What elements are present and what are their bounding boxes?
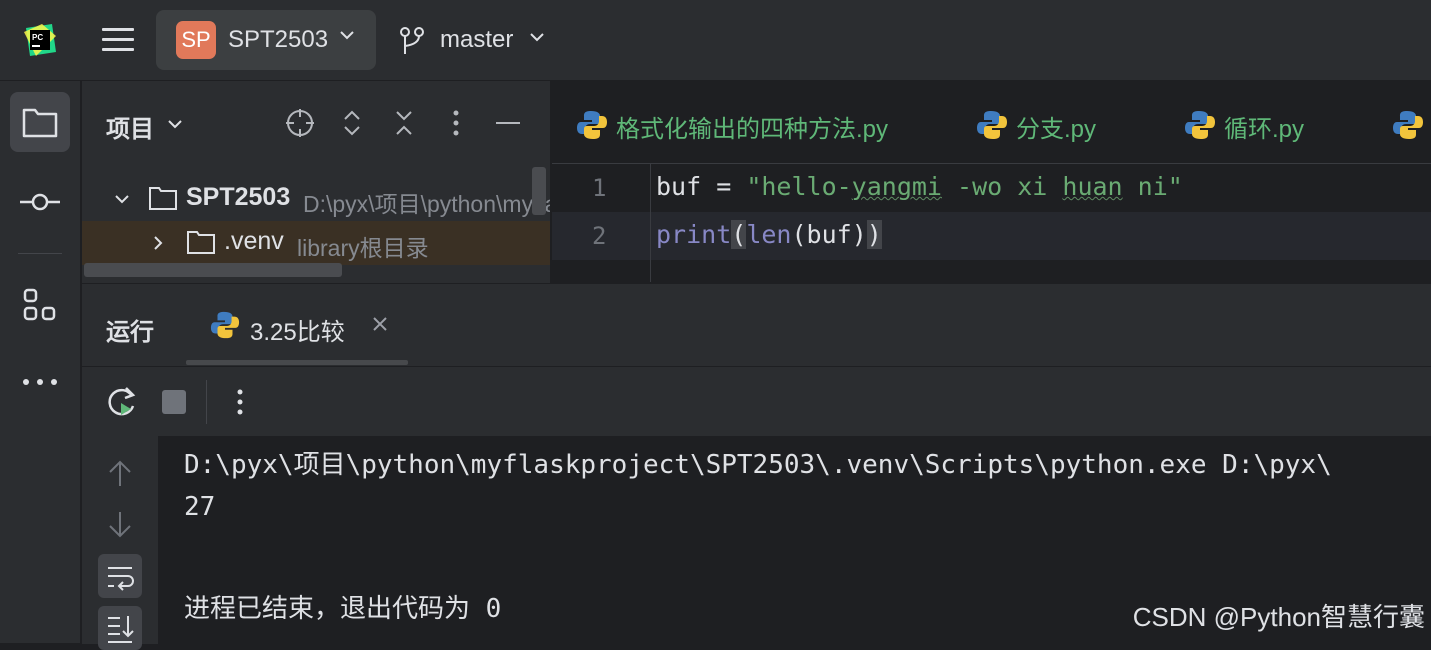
- pycharm-logo-icon[interactable]: PC: [22, 22, 58, 58]
- chevron-down-icon: [115, 195, 129, 204]
- editor-tab-label: 循环.py: [1224, 116, 1305, 143]
- watermark: CSDN @Python智慧行囊: [1132, 602, 1425, 632]
- close-icon[interactable]: [370, 314, 390, 334]
- line-number: 1: [592, 174, 607, 202]
- more-tools-button[interactable]: [10, 352, 70, 412]
- chevron-down-icon: [530, 33, 544, 42]
- run-config-tab[interactable]: 3.25比较: [186, 284, 408, 368]
- more-vertical-icon[interactable]: [440, 107, 472, 139]
- soft-wrap-icon[interactable]: [98, 554, 142, 598]
- tree-item-project-root[interactable]: SPT2503 D:\pyx\项目\python\myflaskproject\…: [82, 177, 550, 221]
- arrow-down-icon[interactable]: [98, 502, 142, 546]
- code-editor[interactable]: 1 2 buf = "hello-yangmi -wo xi huan ni" …: [552, 164, 1431, 282]
- tree-item-name: .venv: [224, 227, 284, 255]
- python-file-icon: [577, 111, 607, 139]
- minimize-icon[interactable]: [492, 107, 524, 139]
- chevron-right-icon: [154, 236, 163, 250]
- editor-tab-bar: 格式化输出的四种方法.py 分支.py 循环.py: [552, 81, 1431, 164]
- git-branch-icon: [400, 27, 424, 54]
- code-line-1: buf = "hello-yangmi -wo xi huan ni": [656, 172, 1183, 201]
- python-file-icon: [210, 311, 240, 339]
- locate-icon[interactable]: [284, 107, 316, 139]
- svg-text:PC: PC: [32, 33, 43, 42]
- tree-item-name: SPT2503: [186, 183, 291, 211]
- chevron-down-icon[interactable]: [166, 115, 184, 133]
- python-file-icon: [977, 111, 1007, 139]
- gutter-divider: [650, 164, 651, 282]
- line-gutter: 1 2: [552, 164, 650, 282]
- code-line-2: print(len(buf)): [656, 220, 882, 249]
- folder-icon: [22, 108, 58, 138]
- run-tab-label: 3.25比较: [250, 319, 345, 346]
- branch-name: master: [440, 26, 514, 53]
- collapse-all-icon[interactable]: [388, 107, 420, 139]
- console-line: 27: [184, 492, 216, 522]
- run-panel-title: 运行: [106, 319, 154, 346]
- editor-tab-overflow[interactable]: [1392, 107, 1431, 141]
- console-side-toolbar: [82, 436, 158, 650]
- branch-switcher[interactable]: master: [396, 24, 566, 58]
- main-menu-icon[interactable]: [100, 24, 136, 56]
- more-horizontal-icon: [23, 379, 57, 385]
- editor-tab-label: 格式化输出的四种方法.py: [616, 116, 889, 143]
- toolbar-separator: [206, 380, 207, 424]
- vertical-scrollbar[interactable]: [532, 167, 546, 215]
- tree-item-venv[interactable]: .venv library根目录: [82, 221, 550, 265]
- folder-icon: [149, 187, 177, 210]
- console-line: 进程已结束，退出代码为 0: [184, 594, 502, 624]
- expand-all-icon[interactable]: [336, 107, 368, 139]
- console-line: D:\pyx\项目\python\myflaskproject\SPT2503\…: [184, 450, 1332, 480]
- commit-icon: [20, 193, 60, 211]
- run-panel: 运行 3.25比较 D:\pyx\项目\python\myflaskprojec…: [82, 283, 1431, 650]
- tree-item-path: D:\pyx\项目\python\myflaskproject\SPT2503: [303, 191, 550, 217]
- horizontal-scrollbar[interactable]: [84, 263, 342, 277]
- project-panel: 项目 SPT2503 D:\pyx\项目\python\myflaskproje…: [82, 81, 550, 283]
- editor-tab[interactable]: 格式化输出的四种方法.py: [576, 107, 956, 143]
- structure-icon: [23, 288, 56, 321]
- run-toolbar-divider: [82, 366, 1431, 367]
- project-switcher[interactable]: SP SPT2503: [156, 10, 376, 70]
- project-badge: SP: [176, 21, 216, 59]
- more-vertical-icon[interactable]: [222, 384, 258, 420]
- python-file-icon: [1185, 111, 1215, 139]
- scroll-to-end-icon[interactable]: [98, 606, 142, 650]
- python-file-icon: [1393, 111, 1423, 139]
- editor-tab[interactable]: 循环.py: [1184, 107, 1364, 143]
- title-bar: PC SP SPT2503 master: [0, 0, 1431, 81]
- tree-item-hint: library根目录: [297, 235, 429, 261]
- stop-icon[interactable]: [156, 384, 192, 420]
- tool-window-strip: [0, 81, 81, 643]
- arrow-up-icon[interactable]: [98, 452, 142, 496]
- project-panel-title[interactable]: 项目: [106, 109, 154, 144]
- rerun-icon[interactable]: [104, 384, 140, 420]
- line-number: 2: [592, 222, 607, 250]
- structure-tool-button[interactable]: [10, 274, 70, 334]
- active-tab-indicator: [186, 360, 408, 365]
- project-name: SPT2503: [228, 26, 329, 53]
- folder-icon: [187, 231, 215, 254]
- strip-divider: [18, 253, 62, 254]
- commit-tool-button[interactable]: [10, 172, 70, 232]
- chevron-down-icon: [340, 31, 354, 40]
- project-tool-button[interactable]: [10, 92, 70, 152]
- editor-tab[interactable]: 分支.py: [976, 107, 1156, 143]
- editor-tab-label: 分支.py: [1016, 116, 1097, 143]
